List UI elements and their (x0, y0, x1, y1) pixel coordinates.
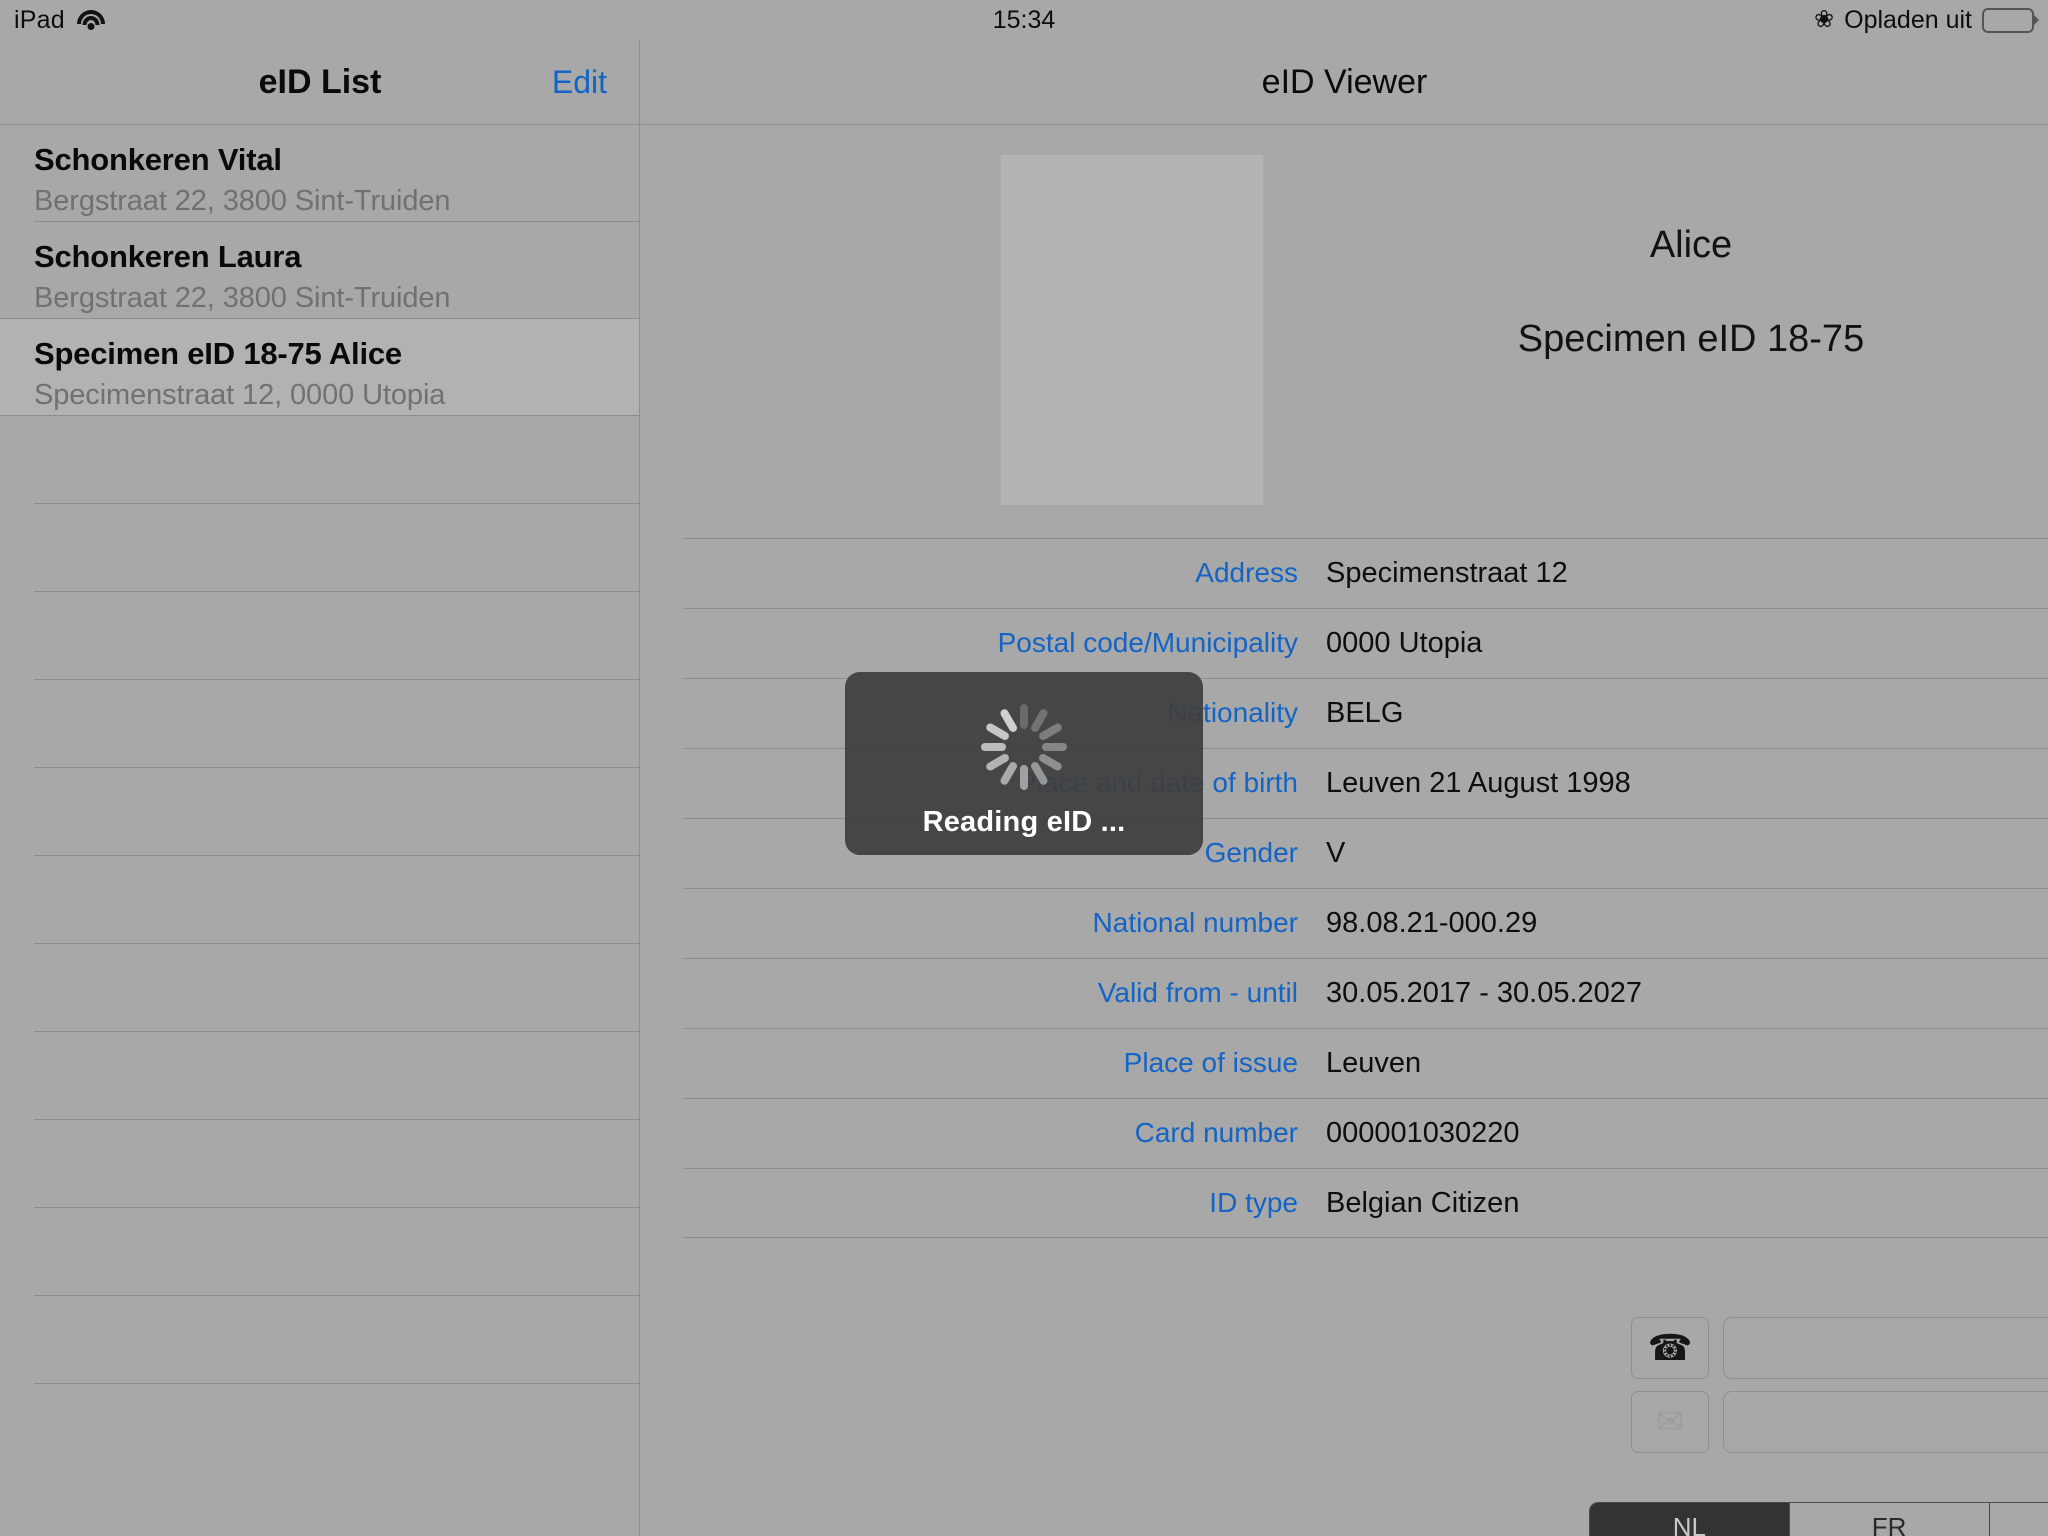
phone-icon[interactable]: ☎ (1631, 1317, 1709, 1379)
list-item-name: Schonkeren Vital (34, 142, 282, 177)
master-navigation-bar: eID List Edit (0, 40, 639, 125)
field-value: Belgian Citizen (1326, 1186, 1520, 1219)
list-item-empty (0, 416, 639, 504)
list-item-empty (0, 504, 639, 592)
list-item-empty (0, 944, 639, 1032)
modal-status-text: Reading eID ... (922, 806, 1126, 838)
list-item-empty (0, 768, 639, 856)
reading-eid-modal: Reading eID ... (845, 672, 1203, 855)
bluetooth-icon: ❀ (1814, 6, 1835, 33)
field-value: Leuven 21 August 1998 (1326, 766, 1631, 799)
ipad-screen: iPad 15:34 ❀ Opladen uit eID List Edit S… (0, 0, 2048, 1536)
field-value: BELG (1326, 696, 1404, 729)
master-pane: eID List Edit Schonkeren Vital Bergstraat… (0, 40, 640, 1536)
charging-status-label: Opladen uit (1844, 5, 1972, 34)
field-row: Postal code/Municipality 0000 Utopia (673, 608, 2048, 678)
master-title: eID List (258, 63, 382, 101)
language-option-de[interactable]: DE (1990, 1503, 2048, 1536)
list-item-address: Bergstraat 22, 3800 Sint-Truiden (34, 185, 451, 217)
last-name: Specimen eID 18-75 (1517, 318, 1865, 360)
email-row: ✉ (1631, 1391, 2048, 1453)
spinner-icon (981, 704, 1067, 790)
field-row: Address Specimenstraat 12 (673, 538, 2048, 608)
field-label: National number (1092, 907, 1298, 938)
list-item-address: Bergstraat 22, 3800 Sint-Truiden (34, 282, 451, 314)
status-bar-center: 15:34 (0, 6, 2048, 35)
clock: 15:34 (992, 5, 1056, 34)
photo-placeholder (1001, 155, 1263, 505)
list-item-empty (0, 1296, 639, 1384)
envelope-icon[interactable]: ✉ (1631, 1391, 1709, 1453)
status-bar: iPad 15:34 ❀ Opladen uit (0, 0, 2048, 40)
field-row: ID type Belgian Citizen (673, 1168, 2048, 1238)
language-option-fr[interactable]: FR (1790, 1503, 1990, 1536)
field-label: Address (1195, 557, 1298, 588)
detail-navigation-bar: eID Viewer (641, 40, 2048, 125)
edit-button[interactable]: Edit (552, 40, 607, 125)
field-row: National number 98.08.21-000.29 (673, 888, 2048, 958)
field-label: Postal code/Municipality (997, 627, 1298, 658)
status-bar-right: ❀ Opladen uit (1814, 6, 2034, 35)
list-item-address: Specimenstraat 12, 0000 Utopia (34, 379, 446, 411)
field-label: Valid from - until (1097, 977, 1298, 1008)
page-title: eID Viewer (1261, 63, 1428, 101)
list-item-empty (0, 856, 639, 944)
field-value: Leuven (1326, 1046, 1422, 1079)
language-option-nl[interactable]: NL (1590, 1503, 1790, 1536)
list-item-empty (0, 1120, 639, 1208)
row-separator (0, 318, 639, 319)
list-item-empty (0, 1032, 639, 1120)
list-item[interactable]: Schonkeren Laura Bergstraat 22, 3800 Sint… (0, 222, 639, 319)
eid-list: Schonkeren Vital Bergstraat 22, 3800 Sint… (0, 125, 639, 1384)
contact-section: ☎ ✉ (1631, 1317, 2048, 1465)
field-value: 000001030220 (1326, 1116, 1520, 1149)
list-item-name: Specimen eID 18-75 Alice (34, 336, 402, 371)
first-name: Alice (1649, 224, 1733, 266)
email-input[interactable] (1723, 1391, 2048, 1453)
list-item-empty (0, 680, 639, 768)
list-item[interactable]: Schonkeren Vital Bergstraat 22, 3800 Sint… (0, 125, 639, 222)
field-value: Specimenstraat 12 (1326, 556, 1568, 589)
field-value: 98.08.21-000.29 (1326, 906, 1538, 939)
field-value: 30.05.2017 - 30.05.2027 (1326, 976, 1643, 1009)
language-segmented-control[interactable]: NLFRDEEN (1589, 1502, 2048, 1536)
phone-row: ☎ (1631, 1317, 2048, 1379)
field-label: Place of issue (1123, 1047, 1298, 1078)
battery-icon (1982, 7, 2034, 33)
eid-field-table: Address Specimenstraat 12 Postal code/Muni… (673, 538, 2048, 1238)
list-item-empty (0, 592, 639, 680)
list-item-name: Schonkeren Laura (34, 239, 302, 274)
field-row: Place of issue Leuven (673, 1028, 2048, 1098)
list-item-empty (0, 1208, 639, 1296)
field-label: Card number (1134, 1117, 1298, 1148)
field-label: ID type (1209, 1187, 1298, 1218)
name-block: Alice Specimen eID 18-75 (1341, 215, 2041, 369)
field-value: 0000 Utopia (1326, 626, 1483, 659)
list-item[interactable]: Specimen eID 18-75 Alice Specimenstraat 1… (0, 318, 639, 416)
field-row: Valid from - until 30.05.2017 - 30.05.202… (673, 958, 2048, 1028)
field-value: V (1326, 836, 1346, 869)
phone-input[interactable] (1723, 1317, 2048, 1379)
field-row: Card number 000001030220 (673, 1098, 2048, 1168)
identity-header: Alice Specimen eID 18-75 (641, 125, 2048, 505)
